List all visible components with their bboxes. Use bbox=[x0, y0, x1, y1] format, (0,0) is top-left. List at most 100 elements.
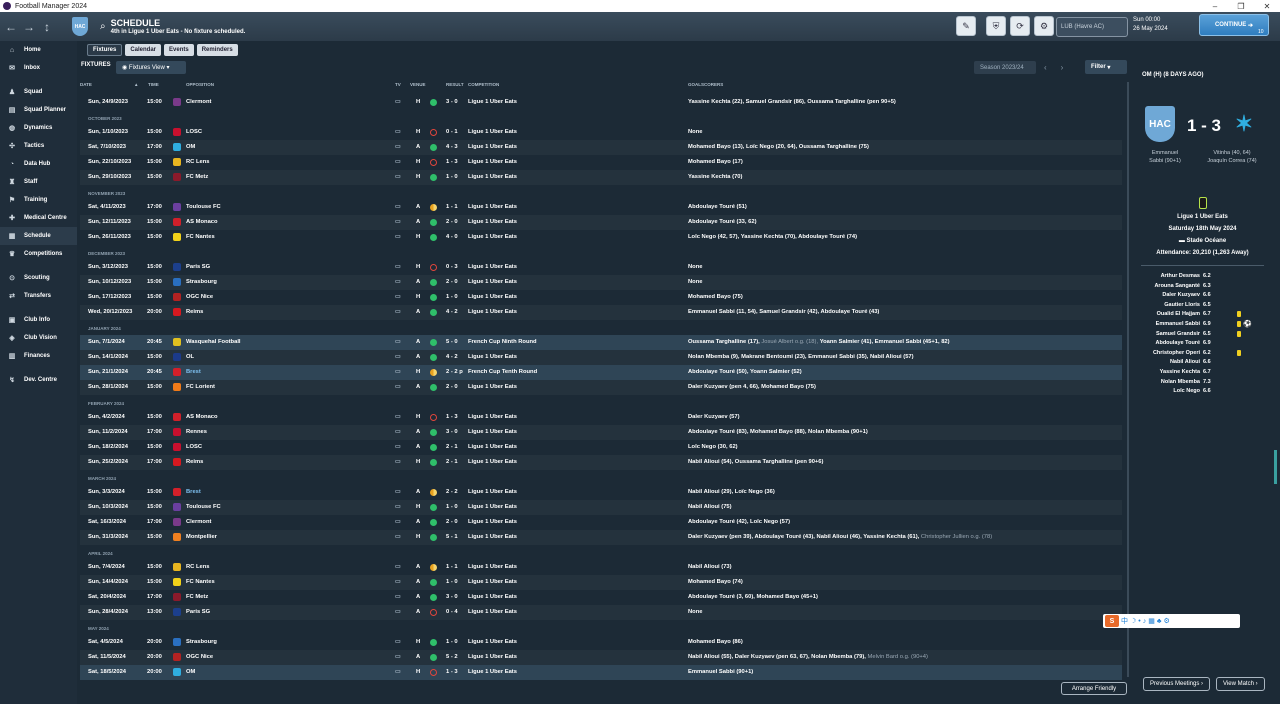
fixture-result[interactable]: 5 - 2 bbox=[446, 654, 458, 660]
col-opposition[interactable]: OPPOSITION bbox=[186, 82, 214, 87]
sidebar-item-training[interactable]: ⚑ Training bbox=[0, 191, 77, 209]
fixture-result[interactable]: 4 - 0 bbox=[446, 234, 458, 240]
fixture-opposition[interactable]: LOSC bbox=[186, 129, 202, 135]
fixture-competition[interactable]: Ligue 1 Uber Eats bbox=[468, 459, 517, 465]
fixture-opposition[interactable]: AS Monaco bbox=[186, 414, 218, 420]
fixture-row[interactable]: Sun, 10/3/2024 15:00 Toulouse FC ▭ H 1 - 0 Lig… bbox=[80, 500, 1122, 515]
fixture-opposition[interactable]: Wasquehal Football bbox=[186, 339, 241, 345]
fixture-row[interactable]: Sat, 4/11/2023 17:00 Toulouse FC ▭ A 1 - 1 Lig… bbox=[80, 200, 1122, 215]
fixture-opposition[interactable]: FC Nantes bbox=[186, 579, 215, 585]
ime-lang-icon[interactable]: 中 bbox=[1121, 616, 1128, 626]
fixture-opposition[interactable]: OGC Nice bbox=[186, 294, 213, 300]
fixture-row[interactable]: Sat, 16/3/2024 17:00 Clermont ▭ A 2 - 0 Ligue … bbox=[80, 515, 1122, 530]
sidebar-item-medical-centre[interactable]: ✚ Medical Centre bbox=[0, 209, 77, 227]
tab-calendar[interactable]: Calendar bbox=[125, 44, 162, 56]
fixture-competition[interactable]: Ligue 1 Uber Eats bbox=[468, 174, 517, 180]
col-venue[interactable]: VENUE bbox=[410, 82, 426, 87]
sidebar-item-data-hub[interactable]: ◔ Data Hub bbox=[0, 155, 77, 173]
fixture-row[interactable]: Sun, 3/12/2023 15:00 Paris SG ▭ H 0 - 3 Ligue … bbox=[80, 260, 1122, 275]
search-input[interactable]: LUB (Havre AC) bbox=[1056, 17, 1128, 37]
fixture-result[interactable]: 2 - 0 bbox=[446, 279, 458, 285]
rating-row[interactable]: Yassine Kechta 6.7 bbox=[1135, 368, 1270, 378]
season-prev-icon[interactable]: ‹ bbox=[1044, 63, 1047, 72]
fixture-result[interactable]: 2 - 0 bbox=[446, 219, 458, 225]
fixture-competition[interactable]: Ligue 1 Uber Eats bbox=[468, 219, 517, 225]
fixture-competition[interactable]: Ligue 1 Uber Eats bbox=[468, 204, 517, 210]
fixture-competition[interactable]: Ligue 1 Uber Eats bbox=[468, 414, 517, 420]
ime-skin-icon[interactable]: ♣ bbox=[1157, 618, 1162, 625]
fixture-opposition[interactable]: Rennes bbox=[186, 429, 207, 435]
fixture-opposition[interactable]: Reims bbox=[186, 309, 203, 315]
fixture-row[interactable]: Sun, 28/4/2024 13:00 Paris SG ▭ A 0 - 4 Ligue … bbox=[80, 605, 1122, 620]
tab-fixtures[interactable]: Fixtures bbox=[87, 44, 123, 56]
fixture-opposition[interactable]: Paris SG bbox=[186, 609, 210, 615]
fixture-competition[interactable]: Ligue 1 Uber Eats bbox=[468, 519, 517, 525]
fixture-row[interactable]: Sun, 17/12/2023 15:00 OGC Nice ▭ H 1 - 0 Ligue… bbox=[80, 290, 1122, 305]
fixture-competition[interactable]: Ligue 1 Uber Eats bbox=[468, 429, 517, 435]
fixture-row[interactable]: Sat, 4/5/2024 20:00 Strasbourg ▭ H 1 - 0 Ligue… bbox=[80, 635, 1122, 650]
fixture-opposition[interactable]: Paris SG bbox=[186, 264, 210, 270]
ime-tools-icon[interactable]: ⚙ bbox=[1163, 617, 1169, 625]
fixture-result[interactable]: 1 - 0 bbox=[446, 579, 458, 585]
fixture-competition[interactable]: Ligue 1 Uber Eats bbox=[468, 264, 517, 270]
fixture-result[interactable]: 0 - 1 bbox=[446, 129, 458, 135]
rating-row[interactable]: Arouna Sanganté 6.3 bbox=[1135, 282, 1270, 292]
sidebar-item-squad-planner[interactable]: ▤ Squad Planner bbox=[0, 101, 77, 119]
fixture-opposition[interactable]: Reims bbox=[186, 459, 203, 465]
fixture-row[interactable]: Sun, 12/11/2023 15:00 AS Monaco ▭ A 2 - 0 Ligu… bbox=[80, 215, 1122, 230]
fixture-row[interactable]: Sun, 21/1/2024 20:45 Brest ▭ H 2 - 2 p French … bbox=[80, 365, 1122, 380]
fixture-opposition[interactable]: LOSC bbox=[186, 444, 202, 450]
col-date[interactable]: DATE bbox=[80, 82, 92, 87]
back-arrow-icon[interactable]: ← bbox=[4, 20, 18, 34]
fixture-result[interactable]: 0 - 3 bbox=[446, 264, 458, 270]
fixture-opposition[interactable]: Toulouse FC bbox=[186, 204, 221, 210]
rating-row[interactable]: Arthur Desmas 6.2 bbox=[1135, 272, 1270, 282]
rating-row[interactable]: Emmanuel Sabbi 6.9 ⚽ bbox=[1135, 320, 1270, 330]
fixture-row[interactable]: Sun, 4/2/2024 15:00 AS Monaco ▭ H 1 - 3 Ligue … bbox=[80, 410, 1122, 425]
fixture-row[interactable]: Wed, 20/12/2023 20:00 Reims ▭ A 4 - 2 Ligue 1 … bbox=[80, 305, 1122, 320]
rating-row[interactable]: Loïc Nego 6.6 bbox=[1135, 387, 1270, 397]
fixture-competition[interactable]: Ligue 1 Uber Eats bbox=[468, 309, 517, 315]
gear-icon[interactable]: ⚙ bbox=[1034, 16, 1054, 36]
fixture-opposition[interactable]: FC Lorient bbox=[186, 384, 215, 390]
sidebar-item-transfers[interactable]: ⇄ Transfers bbox=[0, 287, 77, 305]
history-icon[interactable]: ↕ bbox=[40, 20, 54, 34]
fixture-row[interactable]: Sun, 11/2/2024 17:00 Rennes ▭ A 3 - 0 Ligue 1 … bbox=[80, 425, 1122, 440]
maximize-button[interactable]: ❐ bbox=[1228, 2, 1254, 11]
fixture-opposition[interactable]: OM bbox=[186, 669, 195, 675]
fixture-competition[interactable]: Ligue 1 Uber Eats bbox=[468, 384, 517, 390]
fixture-result[interactable]: 3 - 0 bbox=[446, 429, 458, 435]
ime-moon-icon[interactable]: ☽ bbox=[1130, 617, 1136, 625]
fixture-result[interactable]: 2 - 1 bbox=[446, 459, 458, 465]
away-crest[interactable]: ✶ bbox=[1229, 106, 1259, 142]
fixture-opposition[interactable]: OGC Nice bbox=[186, 654, 213, 660]
sidebar-item-squad[interactable]: ♟ Squad bbox=[0, 83, 77, 101]
minimize-button[interactable]: – bbox=[1202, 2, 1228, 11]
fixture-opposition[interactable]: OL bbox=[186, 354, 194, 360]
sidebar-item-staff[interactable]: ♜ Staff bbox=[0, 173, 77, 191]
fixture-row[interactable]: Sat, 18/5/2024 20:00 OM ▭ H 1 - 3 Ligue 1 Uber… bbox=[80, 665, 1122, 680]
fixture-result[interactable]: 2 - 2 p bbox=[446, 369, 463, 375]
fixture-competition[interactable]: Ligue 1 Uber Eats bbox=[468, 144, 517, 150]
previous-meetings-button[interactable]: Previous Meetings › bbox=[1143, 677, 1211, 691]
fixture-result[interactable]: 1 - 1 bbox=[446, 204, 458, 210]
fixture-competition[interactable]: Ligue 1 Uber Eats bbox=[468, 354, 517, 360]
sidebar-item-inbox[interactable]: ✉ Inbox bbox=[0, 59, 77, 77]
fixture-competition[interactable]: Ligue 1 Uber Eats bbox=[468, 564, 517, 570]
sidebar-item-competitions[interactable]: ♛ Competitions bbox=[0, 245, 77, 263]
sidebar-item-dev-centre[interactable]: ↯ Dev. Centre bbox=[0, 371, 77, 389]
fixture-competition[interactable]: Ligue 1 Uber Eats bbox=[468, 654, 517, 660]
fixture-row[interactable]: Sun, 29/10/2023 15:00 FC Metz ▭ H 1 - 0 Ligue … bbox=[80, 170, 1122, 185]
fixture-result[interactable]: 2 - 0 bbox=[446, 519, 458, 525]
fixture-competition[interactable]: Ligue 1 Uber Eats bbox=[468, 609, 517, 615]
tab-reminders[interactable]: Reminders bbox=[196, 44, 238, 56]
sidebar-item-scouting[interactable]: ⊙ Scouting bbox=[0, 269, 77, 287]
fixture-opposition[interactable]: Brest bbox=[186, 489, 201, 495]
fixture-opposition[interactable]: Clermont bbox=[186, 519, 211, 525]
rating-row[interactable]: Samuel Grandsir 6.5 bbox=[1135, 330, 1270, 340]
arrange-friendly-button[interactable]: Arrange Friendly bbox=[1061, 682, 1127, 695]
fixture-row[interactable]: Sat, 7/10/2023 17:00 OM ▭ A 4 - 3 Ligue 1 Uber… bbox=[80, 140, 1122, 155]
fixture-result[interactable]: 3 - 0 bbox=[446, 594, 458, 600]
col-time[interactable]: TIME bbox=[148, 82, 159, 87]
fixture-opposition[interactable]: RC Lens bbox=[186, 564, 210, 570]
